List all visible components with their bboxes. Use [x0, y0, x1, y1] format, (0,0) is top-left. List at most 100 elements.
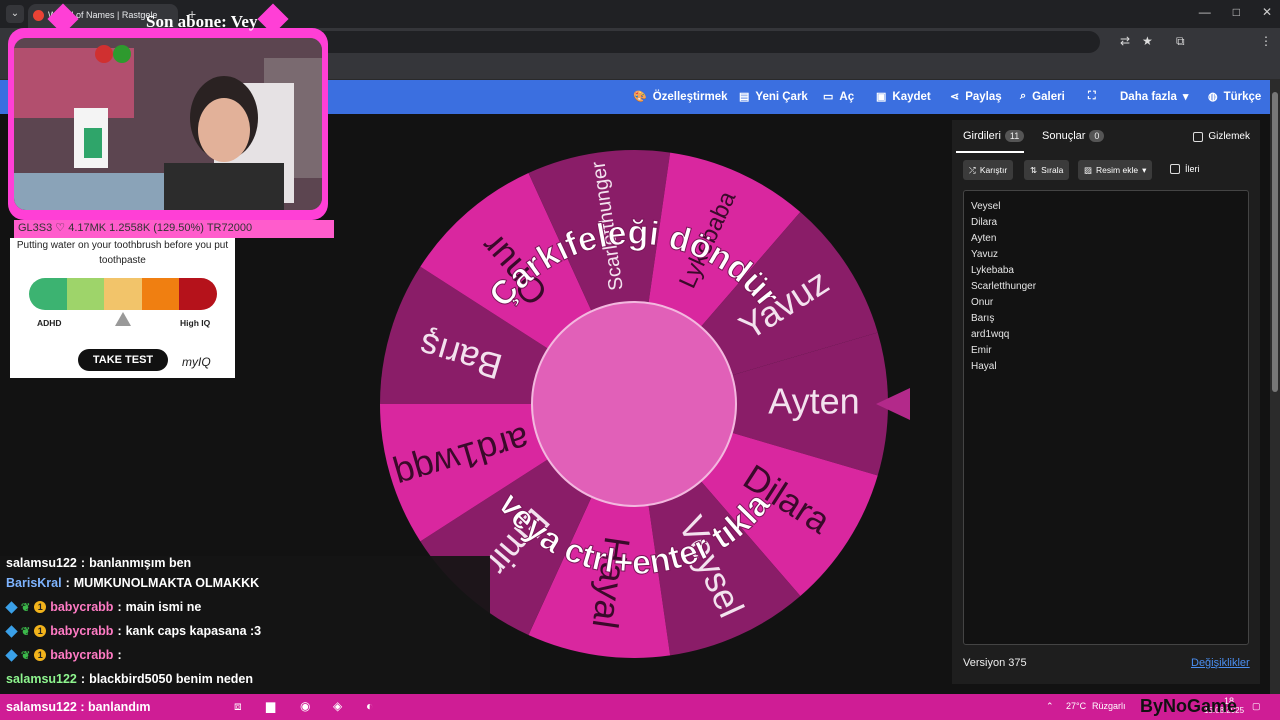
badge-icon	[5, 600, 18, 614]
scrollbar-thumb[interactable]	[1272, 92, 1278, 392]
globe-icon: ◍	[1208, 91, 1218, 103]
weather-label: Rüzgarlı	[1092, 701, 1126, 711]
entries-count-badge: 11	[1004, 130, 1025, 142]
entry-line: Veysel	[971, 201, 1001, 212]
add-image-label: Resim ekle	[1096, 165, 1139, 175]
entry-line: Hayal	[971, 361, 997, 372]
close-icon[interactable]: ✕	[1262, 5, 1272, 19]
chat-message: ❦ 1 babycrabb: main ismi ne	[5, 600, 201, 614]
advanced-toggle[interactable]: İleri	[1170, 164, 1200, 174]
chat-username[interactable]: salamsu122	[6, 672, 77, 686]
badge-icon	[5, 648, 18, 662]
last-subscriber-title: Son abone: Vey	[146, 12, 258, 31]
task-view-icon[interactable]: ⧈	[234, 699, 242, 714]
nav-label: Galeri	[1032, 90, 1065, 103]
nav-label: Türkçe	[1223, 90, 1262, 103]
wheel-center[interactable]	[531, 301, 737, 507]
translate-icon[interactable]: ⇄	[1120, 34, 1130, 48]
tab-entries[interactable]: Girdileri 11	[963, 130, 1025, 142]
sort-label: Sırala	[1041, 165, 1064, 175]
badge-icon	[5, 624, 18, 638]
bookmark-star-icon[interactable]: ★	[1142, 34, 1153, 48]
share-icon: ⋖	[950, 91, 960, 103]
chat-message: salamsu122: blackbird5050 benim neden	[6, 672, 253, 686]
ad-text: Putting water on your toothbrush before …	[16, 240, 229, 266]
entry-line: Yavuz	[971, 249, 999, 260]
sort-icon: ⇅	[1030, 164, 1038, 175]
results-count-badge: 0	[1089, 130, 1105, 142]
nav-share[interactable]: ⋖ Paylaş	[950, 90, 1002, 104]
changes-link[interactable]: Değişiklikler	[1191, 657, 1250, 669]
nav-gallery[interactable]: ⌕ Galeri	[1020, 90, 1065, 103]
nav-label: Aç	[839, 90, 855, 103]
chat-username[interactable]: babycrabb	[50, 624, 113, 638]
meter-segment	[29, 278, 67, 310]
entry-line: Scarletthunger	[971, 281, 1037, 292]
iq-ad[interactable]: Putting water on your toothbrush before …	[10, 238, 235, 378]
meter-segment	[141, 278, 180, 310]
nav-new-wheel[interactable]: ▤ Yeni Çark	[739, 90, 808, 104]
weather-temp: 27°C	[1066, 701, 1087, 711]
maximize-icon[interactable]: □	[1233, 5, 1240, 19]
leaf-badge-icon: ❦	[21, 649, 31, 662]
advanced-label: İleri	[1185, 164, 1200, 174]
chevron-down-icon: ▾	[1182, 91, 1189, 103]
chevron-down-icon: ▾	[1142, 164, 1147, 175]
nav-open[interactable]: ▭ Aç	[823, 90, 855, 104]
iq-meter	[29, 278, 217, 310]
entry-line: ard1wqq	[971, 329, 1010, 340]
chat-username[interactable]: babycrabb	[50, 648, 113, 662]
advanced-checkbox[interactable]	[1170, 164, 1180, 174]
tab-results[interactable]: Sonuçlar 0	[1042, 130, 1105, 142]
wheel-segment-label: Ayten	[768, 381, 859, 422]
chrome-icon[interactable]: ◉	[300, 699, 310, 713]
nav-more[interactable]: Daha fazla ▾	[1120, 90, 1189, 104]
meter-high-label: High IQ	[180, 318, 211, 328]
shuffle-label: Karıştır	[979, 165, 1008, 175]
ad-brand-logo: myIQ	[182, 355, 211, 369]
meter-segment	[179, 278, 217, 310]
version-text: Versiyon 375	[963, 657, 1027, 669]
extensions-icon[interactable]: ⧉	[1176, 34, 1185, 49]
chat-text: banlandım	[88, 700, 151, 714]
tray-chevron-icon[interactable]: ⌃	[1046, 701, 1054, 712]
nav-customize[interactable]: 🎨 Özelleştirmek	[633, 90, 728, 104]
nav-label: Özelleştirmek	[652, 90, 728, 103]
address-bar[interactable]	[300, 31, 1100, 53]
entry-line: Barış	[971, 313, 995, 324]
chat-username[interactable]: BarisKral	[6, 576, 62, 590]
nav-language[interactable]: ◍ Türkçe	[1208, 90, 1262, 104]
chat-text: banlanmışım ben	[89, 556, 192, 570]
chat-text: MUMKUNOLMAKTA OLMAKKK	[73, 576, 260, 590]
browser-menu-icon[interactable]: ⋮	[1260, 34, 1272, 48]
tab-search-button[interactable]: ⌄	[6, 5, 24, 23]
chat-message: ❦ 1 babycrabb: kank caps kapasana :3	[5, 624, 261, 638]
file-explorer-icon[interactable]: ▆	[266, 699, 275, 713]
chat-username[interactable]: babycrabb	[50, 600, 113, 614]
hide-checkbox[interactable]	[1193, 131, 1204, 142]
minimize-icon[interactable]: —	[1199, 5, 1211, 19]
hide-toggle[interactable]: Gizlemek	[1193, 131, 1250, 142]
entries-textarea[interactable]: Veysel Dilara Ayten Yavuz Lykebaba Scarletthu…	[963, 190, 1249, 645]
leaf-badge-icon: ❦	[21, 625, 31, 638]
nav-fullscreen[interactable]: ⛶	[1088, 90, 1096, 103]
add-image-button[interactable]: ▨ Resim ekle ▾	[1078, 160, 1153, 180]
obs-icon[interactable]: ◐	[366, 699, 373, 713]
chat-username[interactable]: salamsu122	[6, 700, 77, 714]
sort-button[interactable]: ⇅ Sırala	[1024, 160, 1070, 180]
entry-line: Lykebaba	[971, 265, 1014, 276]
chat-separator: :	[80, 672, 86, 686]
app-icon[interactable]: ◈	[333, 699, 342, 713]
stream-logo: ByNoGame	[1140, 696, 1238, 716]
page-scrollbar[interactable]	[1270, 80, 1280, 694]
shuffle-button[interactable]: ⤮ Karıştır	[963, 160, 1014, 180]
leaf-badge-icon: ❦	[21, 601, 31, 614]
meter-segment	[66, 278, 105, 310]
notification-icon[interactable]: ▢	[1252, 701, 1261, 712]
shuffle-icon: ⤮	[969, 164, 976, 175]
nav-save[interactable]: ▣ Kaydet	[876, 90, 931, 104]
entry-line: Emir	[971, 345, 992, 356]
chat-username[interactable]: salamsu122	[6, 556, 77, 570]
save-icon: ▣	[876, 91, 887, 103]
take-test-button[interactable]: TAKE TEST	[78, 349, 168, 371]
